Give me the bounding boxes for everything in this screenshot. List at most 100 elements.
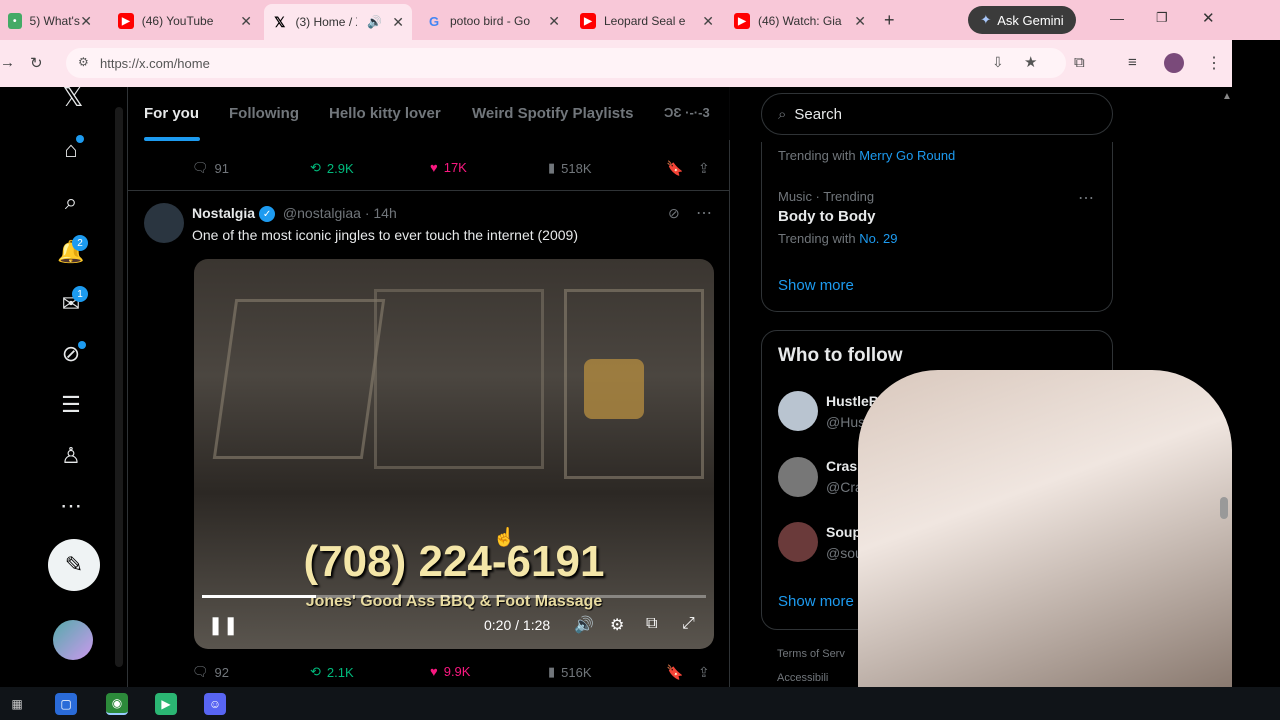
view-count: 518K	[561, 160, 592, 176]
footer-accessibility-link[interactable]: Accessibili	[777, 672, 828, 684]
video-progress-track[interactable]	[202, 595, 706, 598]
close-icon[interactable]: ✕	[392, 14, 404, 31]
lists-icon[interactable]: ☰	[56, 390, 86, 420]
browser-tab[interactable]: G potoo bird - Go ✕	[418, 6, 568, 36]
restore-icon[interactable]: ❐	[1156, 10, 1168, 26]
task-view-icon[interactable]: ▦	[6, 693, 28, 715]
footer-terms-link[interactable]: Terms of Serv	[777, 648, 845, 660]
reply-button[interactable]: 🗨 92	[192, 664, 229, 680]
page-scrollbar[interactable]: ▲	[1220, 87, 1280, 687]
close-icon[interactable]: ✕	[702, 13, 714, 30]
trending-card: Trending with Merry Go Round Music · Tre…	[761, 142, 1113, 312]
avatar[interactable]	[778, 457, 818, 497]
account-avatar[interactable]	[53, 620, 93, 660]
bookmark-icon[interactable]: 🔖	[666, 160, 683, 177]
url-field[interactable]: ⚙ https://x.com/home ⇩ ★	[66, 48, 1066, 78]
install-app-icon[interactable]: ⇩	[992, 54, 1004, 71]
trend-topic-link[interactable]: Merry Go Round	[859, 148, 955, 163]
close-icon[interactable]: ✕	[80, 13, 92, 30]
compose-post-button[interactable]: ✎	[48, 539, 100, 591]
media-controls-icon[interactable]: ≡	[1128, 54, 1137, 71]
ask-gemini-button[interactable]: ✦ Ask Gemini	[968, 6, 1076, 34]
pause-icon[interactable]: ❚❚	[208, 615, 238, 636]
scrollbar-thumb[interactable]	[1220, 497, 1228, 519]
post-time[interactable]: · 14h	[365, 205, 397, 221]
chrome-icon[interactable]: ◉	[106, 693, 128, 715]
close-icon[interactable]: ✕	[854, 13, 866, 30]
tab-for-you[interactable]: For you	[144, 105, 199, 122]
tab-hello-kitty-lover[interactable]: Hello kitty lover	[329, 105, 441, 122]
reload-icon[interactable]: ↻	[30, 54, 43, 72]
browser-tab[interactable]: ▶ Leopard Seal e ✕	[572, 6, 722, 36]
forward-icon[interactable]: →	[0, 54, 15, 71]
repost-button[interactable]: ⟲ 2.9K	[310, 160, 354, 176]
home-unread-dot	[76, 135, 84, 143]
views-icon: ▮	[548, 664, 556, 679]
close-icon[interactable]: ✕	[548, 13, 560, 30]
trend-topic-link[interactable]: No. 29	[859, 231, 897, 246]
trend-title[interactable]: Body to Body	[778, 208, 876, 225]
browser-tab[interactable]: ▶ (46) YouTube ✕	[110, 6, 260, 36]
browser-tab-active[interactable]: 𝕏 (3) Home / X 🔊 ✕	[264, 4, 412, 40]
x-logo-icon: 𝕏	[274, 13, 286, 30]
search-input[interactable]: ⌕ Search	[761, 93, 1113, 135]
bookmark-icon[interactable]: 🔖	[666, 664, 683, 681]
avatar[interactable]	[778, 522, 818, 562]
show-more-trends[interactable]: Show more	[778, 277, 854, 294]
tab-more[interactable]: ƆƐ ·-·-3	[664, 105, 710, 120]
browser-tab[interactable]: • 5) What's goo ✕	[0, 6, 100, 36]
avatar[interactable]	[778, 391, 818, 431]
views-button[interactable]: ▮ 516K	[548, 664, 592, 680]
views-button[interactable]: ▮ 518K	[548, 160, 592, 176]
author-handle[interactable]: @nostalgiaa	[283, 205, 361, 221]
settings-gear-icon[interactable]: ⚙	[610, 615, 624, 635]
volume-icon[interactable]: 🔊	[574, 615, 594, 635]
post-more-icon[interactable]: ⋯	[696, 203, 712, 223]
extensions-icon[interactable]: ⧉	[1074, 54, 1085, 71]
new-tab-button[interactable]: +	[884, 10, 895, 31]
browser-tab[interactable]: ▶ (46) Watch: Gia ✕	[726, 6, 874, 36]
profile-avatar[interactable]	[1164, 53, 1184, 73]
nav-scrollbar[interactable]	[115, 107, 123, 667]
speaker-icon[interactable]: 🔊	[367, 15, 382, 29]
video-player[interactable]: (708) 224-6191 Jones' Good Ass BBQ & Foo…	[194, 259, 714, 649]
scroll-up-arrow-icon[interactable]: ▲	[1222, 91, 1232, 102]
site-info-icon[interactable]: ⚙	[78, 55, 89, 69]
author-avatar[interactable]	[144, 203, 184, 243]
post-header: Nostalgia ✓ @nostalgiaa · 14h	[192, 205, 397, 223]
window-close-icon[interactable]: ✕	[1202, 9, 1215, 27]
share-icon[interactable]: ⇪	[698, 160, 710, 177]
repost-count: 2.1K	[326, 664, 354, 680]
more-icon[interactable]: ⋯	[56, 491, 86, 521]
youtube-icon: ▶	[734, 13, 750, 29]
search-icon[interactable]: ⌕	[56, 187, 86, 217]
like-button[interactable]: ♥ 9.9K	[430, 664, 470, 679]
timeline-tabs: For you Following Hello kitty lover Weir…	[128, 87, 730, 141]
tab-weird-spotify-playlists[interactable]: Weird Spotify Playlists	[472, 105, 633, 122]
minimize-icon[interactable]: —	[1110, 10, 1124, 26]
bookmark-star-icon[interactable]: ★	[1024, 53, 1037, 71]
close-icon[interactable]: ✕	[240, 13, 252, 30]
follow-suggestion-name[interactable]: Soup	[826, 524, 861, 540]
reply-button[interactable]: 🗨 91	[192, 160, 229, 176]
tab-following[interactable]: Following	[229, 105, 299, 122]
video-overlay-phone: (708) 224-6191	[303, 537, 605, 586]
video-time: 0:20 / 1:28	[484, 617, 551, 633]
share-icon[interactable]: ⇪	[698, 664, 710, 681]
trend-more-icon[interactable]: ⋯	[1078, 188, 1094, 208]
author-name[interactable]: Nostalgia	[192, 205, 255, 221]
grok-post-icon[interactable]: ⊘	[668, 205, 680, 222]
fullscreen-icon[interactable]: ⤢	[682, 615, 695, 633]
app-icon[interactable]: ▢	[55, 693, 77, 715]
discord-icon[interactable]: ☺	[204, 693, 226, 715]
x-logo-icon[interactable]: 𝕏	[58, 82, 88, 112]
like-button[interactable]: ♥ 17K	[430, 160, 467, 175]
who-to-follow-title: Who to follow	[778, 345, 903, 366]
pip-icon[interactable]: ⧉	[646, 615, 657, 633]
menu-icon[interactable]: ⋮	[1206, 53, 1222, 73]
reply-count: 91	[214, 160, 229, 176]
app-icon[interactable]: ▶	[155, 693, 177, 715]
repost-button[interactable]: ⟲ 2.1K	[310, 664, 354, 680]
show-more-follow[interactable]: Show more	[778, 593, 854, 610]
profile-icon[interactable]: ♙	[56, 441, 86, 471]
